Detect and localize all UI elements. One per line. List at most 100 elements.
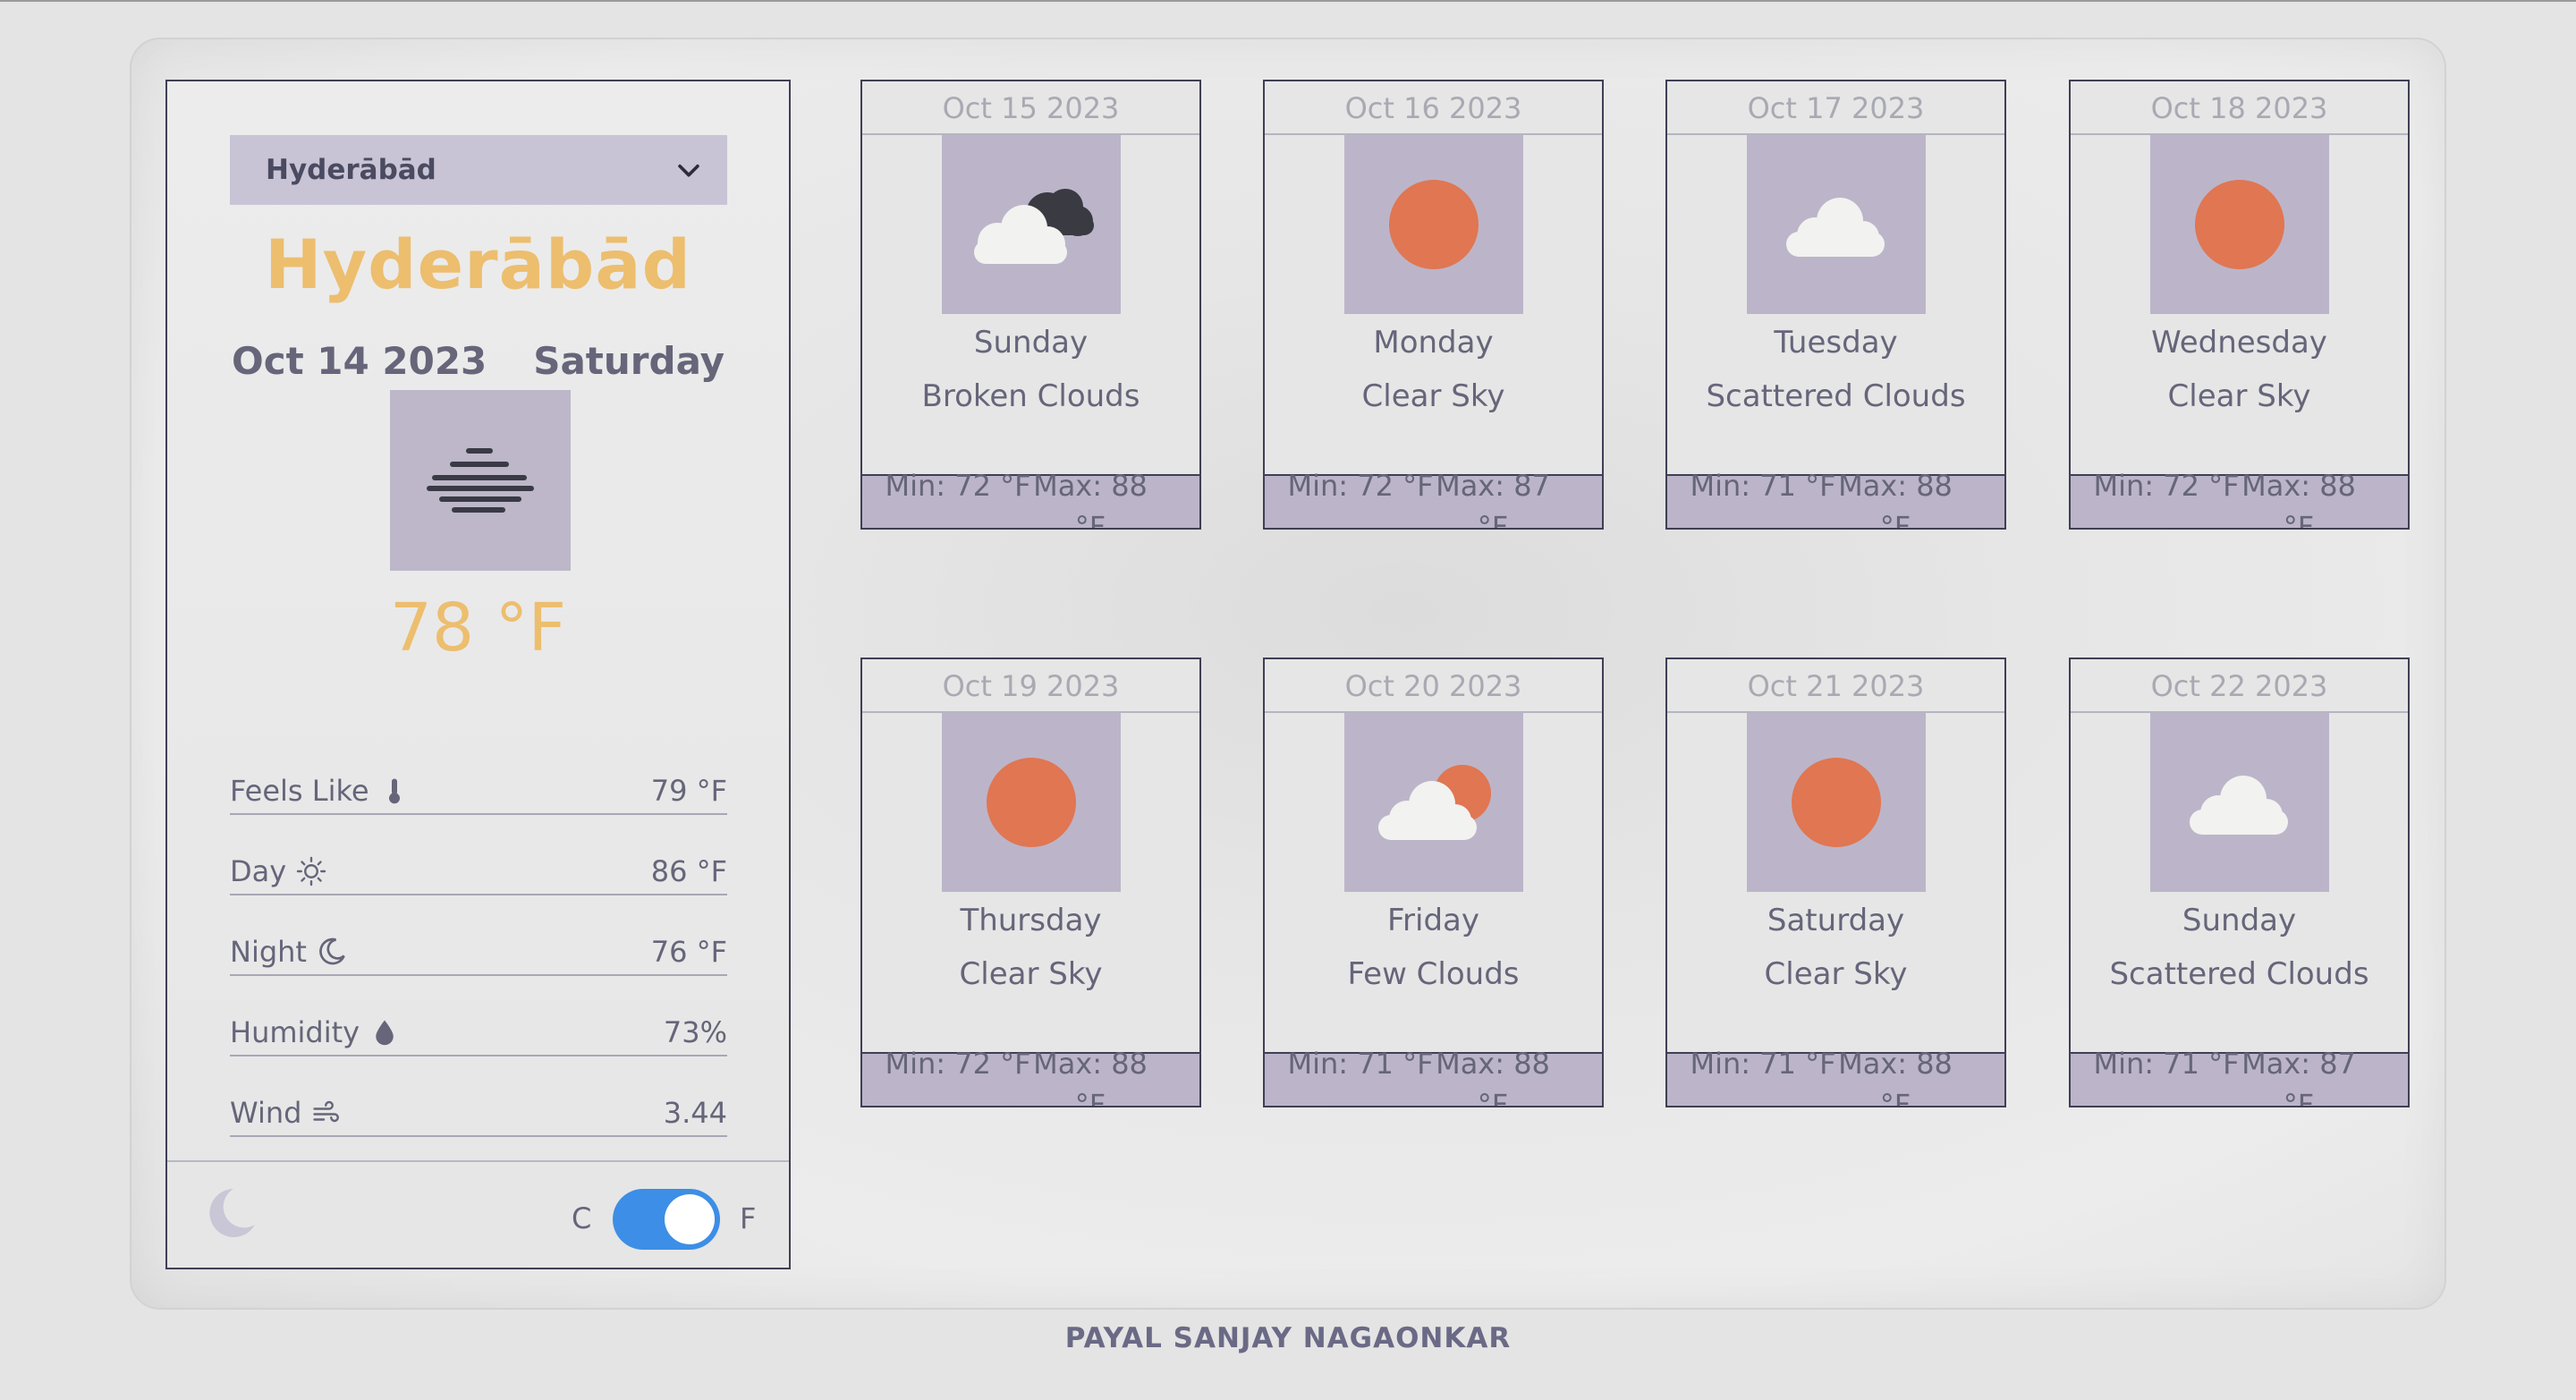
forecast-card: Oct 21 2023 Saturday Clear Sky Min: 71 °… <box>1665 658 2006 1107</box>
stat-feels-like: Feels Like 79 °F <box>230 761 727 815</box>
forecast-description: Scattered Clouds <box>2109 956 2369 992</box>
forecast-day: Sunday <box>973 325 1089 361</box>
forecast-minmax: Min: 71 °F Max: 88 °F <box>1265 1047 1602 1106</box>
stat-label: Day <box>230 854 287 888</box>
forecast-min: Min: 72 °F <box>2093 469 2240 503</box>
forecast-min: Min: 72 °F <box>885 1047 1031 1081</box>
droplet-icon <box>376 1020 394 1046</box>
stat-label: Humidity <box>230 1015 360 1049</box>
unit-fahrenheit-label: F <box>740 1201 757 1235</box>
stat-humidity: Humidity 73% <box>230 1003 727 1056</box>
forecast-max: Max: 88 °F <box>1838 1047 1953 1107</box>
forecast-max: Max: 88 °F <box>1033 469 1148 530</box>
current-weather-icon-tile <box>390 390 571 571</box>
forecast-minmax: Min: 71 °F Max: 88 °F <box>1667 469 2004 528</box>
forecast-minmax: Min: 71 °F Max: 88 °F <box>1667 1047 2004 1106</box>
toggle-knob <box>665 1194 715 1244</box>
current-date-row: Oct 14 2023 Saturday <box>232 339 724 393</box>
forecast-description: Few Clouds <box>1347 956 1520 992</box>
sun-icon <box>296 856 326 887</box>
forecast-card: Oct 16 2023 Monday Clear Sky Min: 72 °F … <box>1263 80 1604 530</box>
clear-sky-icon <box>1389 180 1479 269</box>
chevron-down-icon <box>678 164 699 177</box>
forecast-max: Max: 88 °F <box>1838 469 1953 530</box>
forecast-min: Min: 71 °F <box>1690 1047 1836 1081</box>
forecast-icon-tile <box>2150 135 2329 314</box>
forecast-max: Max: 87 °F <box>2241 1047 2356 1107</box>
forecast-day: Monday <box>1373 325 1494 361</box>
scattered-clouds-icon <box>2190 776 2288 835</box>
stat-value: 73% <box>663 1015 727 1049</box>
forecast-day: Saturday <box>1767 903 1905 938</box>
forecast-day: Sunday <box>2182 903 2297 938</box>
forecast-max: Max: 88 °F <box>1436 1047 1550 1107</box>
forecast-icon-tile <box>1747 135 1926 314</box>
forecast-icon-tile <box>942 713 1121 892</box>
forecast-description: Clear Sky <box>1764 956 1908 992</box>
forecast-date: Oct 16 2023 <box>1265 81 1602 135</box>
clear-sky-icon <box>1792 758 1881 847</box>
current-date: Oct 14 2023 <box>232 339 487 383</box>
forecast-icon-tile <box>1747 713 1926 892</box>
stat-value: 3.44 <box>663 1096 727 1130</box>
forecast-description: Clear Sky <box>1361 378 1505 414</box>
forecast-description: Broken Clouds <box>921 378 1140 414</box>
wind-icon <box>313 1100 340 1123</box>
top-border <box>0 0 2576 2</box>
forecast-day: Tuesday <box>1774 325 1898 361</box>
forecast-date: Oct 17 2023 <box>1667 81 2004 135</box>
forecast-date: Oct 18 2023 <box>2071 81 2408 135</box>
location-select[interactable]: Hyderābād <box>230 135 727 205</box>
broken-clouds-icon <box>974 189 1094 264</box>
forecast-min: Min: 72 °F <box>1287 469 1434 503</box>
forecast-max: Max: 88 °F <box>1033 1047 1148 1107</box>
forecast-date: Oct 15 2023 <box>862 81 1199 135</box>
stat-night: Night 76 °F <box>230 922 727 976</box>
stat-label: Wind <box>230 1096 302 1130</box>
forecast-minmax: Min: 72 °F Max: 87 °F <box>1265 469 1602 528</box>
stat-day: Day 86 °F <box>230 842 727 895</box>
forecast-card: Oct 17 2023 Tuesday Scattered Clouds Min… <box>1665 80 2006 530</box>
forecast-day: Friday <box>1386 903 1480 938</box>
panel-divider <box>167 1160 789 1162</box>
forecast-description: Clear Sky <box>2167 378 2311 414</box>
unit-celsius-label: C <box>572 1201 592 1235</box>
forecast-minmax: Min: 72 °F Max: 88 °F <box>862 469 1199 528</box>
stat-value: 76 °F <box>650 935 727 969</box>
forecast-icon-tile <box>1344 713 1523 892</box>
forecast-minmax: Min: 72 °F Max: 88 °F <box>862 1047 1199 1106</box>
forecast-date: Oct 21 2023 <box>1667 659 2004 713</box>
forecast-description: Clear Sky <box>959 956 1103 992</box>
forecast-card: Oct 20 2023 Friday Few Clouds Min: 71 °F… <box>1263 658 1604 1107</box>
forecast-max: Max: 87 °F <box>1436 469 1550 530</box>
few-clouds-icon <box>1378 765 1491 840</box>
forecast-min: Min: 72 °F <box>885 469 1031 503</box>
stat-value: 86 °F <box>650 854 727 888</box>
forecast-day: Wednesday <box>2151 325 2327 361</box>
stat-label: Feels Like <box>230 774 369 808</box>
dark-mode-moon-icon[interactable] <box>203 1185 258 1241</box>
current-weather-panel: Hyderābād Hyderābād Oct 14 2023 Saturday… <box>165 80 791 1269</box>
forecast-icon-tile <box>1344 135 1523 314</box>
stat-label: Night <box>230 935 307 969</box>
forecast-date: Oct 22 2023 <box>2071 659 2408 713</box>
thermometer-icon <box>388 778 400 804</box>
forecast-icon-tile <box>2150 713 2329 892</box>
current-weekday: Saturday <box>533 339 724 383</box>
stat-wind: Wind 3.44 <box>230 1083 727 1137</box>
forecast-minmax: Min: 71 °F Max: 87 °F <box>2071 1047 2408 1106</box>
forecast-max: Max: 88 °F <box>2241 469 2356 530</box>
footer-author: PAYAL SANJAY NAGAONKAR <box>1064 1322 1512 1354</box>
clear-sky-icon <box>987 758 1076 847</box>
forecast-card: Oct 19 2023 Thursday Clear Sky Min: 72 °… <box>860 658 1201 1107</box>
forecast-min: Min: 71 °F <box>2093 1047 2240 1081</box>
unit-toggle[interactable] <box>613 1189 720 1250</box>
scattered-clouds-icon <box>1786 198 1885 257</box>
forecast-min: Min: 71 °F <box>1690 469 1836 503</box>
mist-icon <box>427 448 534 513</box>
location-select-value: Hyderābād <box>266 154 436 186</box>
city-name: Hyderābād <box>265 225 691 304</box>
forecast-date: Oct 20 2023 <box>1265 659 1602 713</box>
forecast-day: Thursday <box>960 903 1102 938</box>
forecast-card: Oct 18 2023 Wednesday Clear Sky Min: 72 … <box>2069 80 2410 530</box>
